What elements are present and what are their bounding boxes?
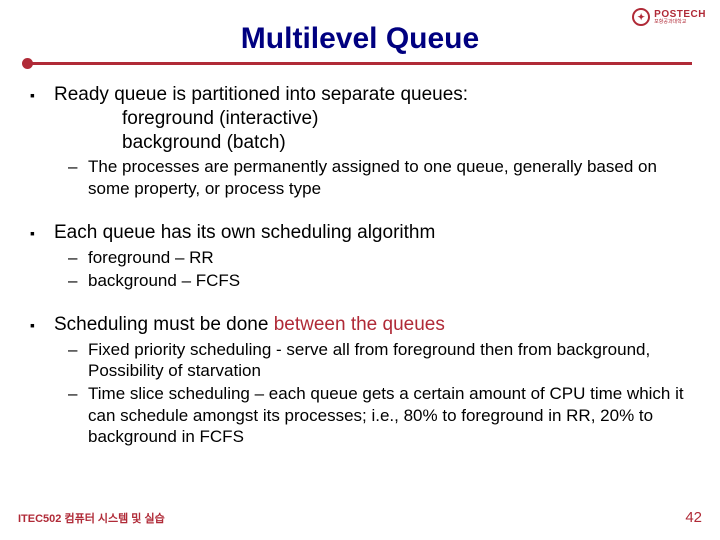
sub-bullet-text: Fixed priority scheduling - serve all fr… xyxy=(88,339,692,382)
page-number: 42 xyxy=(685,509,702,526)
bullet-item: ▪ Scheduling must be done between the qu… xyxy=(30,313,692,337)
dash-icon: – xyxy=(68,156,88,199)
logo: ✦ POSTECH 포항공과대학교 xyxy=(632,8,706,26)
sub-bullet-item: – The processes are permanently assigned… xyxy=(68,156,692,199)
sub-bullet-text: Time slice scheduling – each queue gets … xyxy=(88,383,692,447)
content: ▪ Ready queue is partitioned into separa… xyxy=(28,83,692,447)
sub-bullet-item: – Time slice scheduling – each queue get… xyxy=(68,383,692,447)
text: Ready queue is partitioned into separate… xyxy=(54,84,468,105)
footer: ITEC502 컴퓨터 시스템 및 실습 42 xyxy=(18,509,702,526)
logo-text: POSTECH 포항공과대학교 xyxy=(654,10,706,25)
logo-icon: ✦ xyxy=(632,8,650,26)
spacer xyxy=(30,199,692,215)
square-icon: ▪ xyxy=(30,313,54,337)
bullet-item: ▪ Each queue has its own scheduling algo… xyxy=(30,221,692,245)
logo-main: POSTECH xyxy=(654,10,706,20)
spacer xyxy=(30,291,692,307)
dash-icon: – xyxy=(68,270,88,291)
dash-icon: – xyxy=(68,247,88,268)
page-title: Multilevel Queue xyxy=(28,22,692,56)
sub-bullet-text: The processes are permanently assigned t… xyxy=(88,156,692,199)
title-rule xyxy=(28,62,692,65)
sub-bullet-item: – foreground – RR xyxy=(68,247,692,268)
bullet-item: ▪ Ready queue is partitioned into separa… xyxy=(30,83,692,154)
footer-course: ITEC502 컴퓨터 시스템 및 실습 xyxy=(18,510,165,526)
slide: ✦ POSTECH 포항공과대학교 Multilevel Queue ▪ Rea… xyxy=(0,0,720,540)
accent-text: between the queues xyxy=(274,314,445,335)
square-icon: ▪ xyxy=(30,83,54,154)
dash-icon: – xyxy=(68,339,88,382)
text-line: foreground (interactive) xyxy=(122,107,692,131)
square-icon: ▪ xyxy=(30,221,54,245)
bullet-text: Ready queue is partitioned into separate… xyxy=(54,83,692,154)
text: Scheduling must be done xyxy=(54,314,274,335)
bullet-text: Scheduling must be done between the queu… xyxy=(54,313,692,337)
sub-bullet-text: foreground – RR xyxy=(88,247,692,268)
dash-icon: – xyxy=(68,383,88,447)
logo-sub: 포항공과대학교 xyxy=(654,20,706,25)
sub-bullet-item: – background – FCFS xyxy=(68,270,692,291)
sub-bullet-text: background – FCFS xyxy=(88,270,692,291)
bullet-text: Each queue has its own scheduling algori… xyxy=(54,221,692,245)
sub-bullet-item: – Fixed priority scheduling - serve all … xyxy=(68,339,692,382)
text-line: background (batch) xyxy=(122,131,692,155)
